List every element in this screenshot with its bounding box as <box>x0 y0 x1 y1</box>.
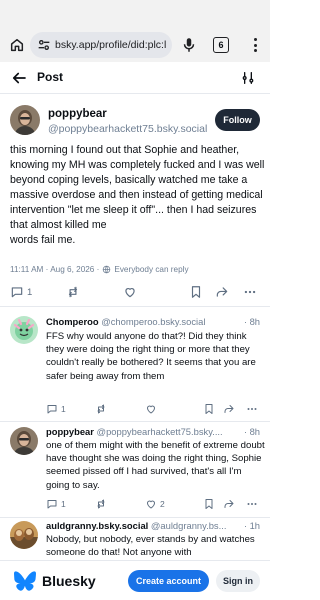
bookmark-icon <box>205 404 213 414</box>
reply-icon <box>47 500 57 509</box>
create-account-button[interactable]: Create account <box>128 570 209 592</box>
reply-actions: 1 <box>0 403 270 417</box>
reply-count: 1 <box>27 286 33 298</box>
sign-in-button[interactable]: Sign in <box>216 570 260 592</box>
back-arrow-icon[interactable] <box>10 69 28 87</box>
reply-header: poppybear @poppybearhackett75.bsky.... ·… <box>46 426 264 437</box>
home-icon[interactable] <box>2 30 32 60</box>
reply-icon <box>11 287 23 298</box>
reply-count: 1 <box>61 499 66 509</box>
bookmark-button[interactable] <box>203 498 215 510</box>
reply-icon <box>47 405 57 414</box>
more-menu-icon[interactable] <box>248 36 262 54</box>
reply-item[interactable]: poppybear @poppybearhackett75.bsky.... ·… <box>0 422 270 518</box>
reply-time: · 8h <box>241 316 260 327</box>
share-button[interactable] <box>223 403 235 415</box>
reply-text: one of them might with the benefit of ex… <box>46 440 268 491</box>
reply-avatar[interactable] <box>10 521 38 549</box>
microphone-icon[interactable] <box>180 36 198 54</box>
post-meta: 11:11 AM · Aug 6, 2026 · Everybody can r… <box>10 265 189 274</box>
share-icon <box>224 405 234 413</box>
author-name[interactable]: poppybear <box>48 108 107 120</box>
repost-icon <box>97 499 105 509</box>
reply-avatar[interactable] <box>10 316 38 344</box>
heart-icon <box>147 405 155 414</box>
reply-actions: 1 2 <box>0 498 270 512</box>
brand-logo[interactable]: Bluesky <box>14 571 96 591</box>
share-button[interactable] <box>223 498 235 510</box>
bookmark-icon <box>205 499 213 509</box>
more-options-icon[interactable] <box>246 403 258 415</box>
bookmark-icon <box>191 286 201 298</box>
heart-icon <box>125 288 135 298</box>
url-text: bsky.app/profile/did:plc:l <box>55 39 167 51</box>
site-settings-icon[interactable] <box>36 37 52 53</box>
more-options-icon[interactable] <box>246 498 258 510</box>
share-button[interactable] <box>215 285 229 299</box>
reply-item[interactable]: Chomperoo @chomperoo.bsky.social · 8h FF… <box>0 308 270 422</box>
brand-name: Bluesky <box>42 573 96 589</box>
address-bar[interactable]: bsky.app/profile/did:plc:l <box>30 32 172 58</box>
like-count: 2 <box>160 499 165 509</box>
reply-time: · 8h <box>241 426 260 437</box>
heart-icon <box>147 500 155 509</box>
author-handle[interactable]: @poppybearhackett75.bsky.social <box>48 123 207 135</box>
bottom-bar: Bluesky Create account Sign in <box>0 560 270 600</box>
repost-button[interactable] <box>95 498 107 510</box>
reply-author-handle[interactable]: @auldgranny.bs... <box>151 520 227 531</box>
post-text: this morning I found out that Sophie and… <box>10 144 265 246</box>
reply-time: · 1h <box>241 520 260 531</box>
follow-button[interactable]: Follow <box>215 109 260 131</box>
main-post: poppybear @poppybearhackett75.bsky.socia… <box>0 95 270 307</box>
reply-avatar[interactable] <box>10 427 38 455</box>
like-button[interactable]: 2 <box>145 498 165 510</box>
post-header: Post <box>0 62 270 94</box>
bookmark-button[interactable] <box>203 403 215 415</box>
reply-author-handle[interactable]: @poppybearhackett75.bsky.... <box>97 426 223 437</box>
butterfly-icon <box>14 571 36 591</box>
reply-text: FFS why would anyone do that?! Did they … <box>46 331 259 382</box>
like-button[interactable] <box>123 285 137 299</box>
repost-button[interactable] <box>66 285 80 299</box>
tab-switcher-button[interactable]: 6 <box>213 37 229 53</box>
browser-toolbar: bsky.app/profile/did:plc:l 6 <box>0 30 270 60</box>
reply-author-name[interactable]: auldgranny.bsky.social <box>46 520 148 531</box>
reply-button[interactable]: 1 <box>46 403 66 415</box>
author-avatar[interactable] <box>10 105 40 135</box>
share-icon <box>216 287 228 297</box>
like-button[interactable] <box>145 403 160 415</box>
reply-header: auldgranny.bsky.social @auldgranny.bs...… <box>46 520 264 531</box>
reply-author-name[interactable]: poppybear <box>46 426 94 437</box>
reply-count: 1 <box>61 404 66 414</box>
post-timestamp: 11:11 AM · Aug 6, 2026 · <box>10 265 100 274</box>
reply-button[interactable]: 1 <box>46 498 66 510</box>
reply-author-handle[interactable]: @chomperoo.bsky.social <box>101 316 205 327</box>
share-icon <box>224 500 234 508</box>
reply-author-name[interactable]: Chomperoo <box>46 316 99 327</box>
page-title: Post <box>37 70 64 84</box>
reply-header: Chomperoo @chomperoo.bsky.social · 8h <box>46 316 264 327</box>
more-options-icon[interactable] <box>243 285 257 299</box>
repost-icon <box>97 404 105 414</box>
repost-button[interactable] <box>95 403 107 415</box>
globe-icon <box>103 265 111 274</box>
reply-setting: Everybody can reply <box>114 265 189 274</box>
browser-chrome: bsky.app/profile/did:plc:l 6 Post <box>0 0 270 94</box>
reply-text: Nobody, but nobody, ever stands by and w… <box>46 534 258 559</box>
thread-settings-icon[interactable] <box>240 70 256 86</box>
repost-icon <box>68 286 78 298</box>
reply-item[interactable]: auldgranny.bsky.social @auldgranny.bs...… <box>0 518 270 560</box>
post-actions: 1 <box>0 283 270 303</box>
bookmark-button[interactable] <box>189 285 203 299</box>
reply-button[interactable]: 1 <box>10 285 32 299</box>
